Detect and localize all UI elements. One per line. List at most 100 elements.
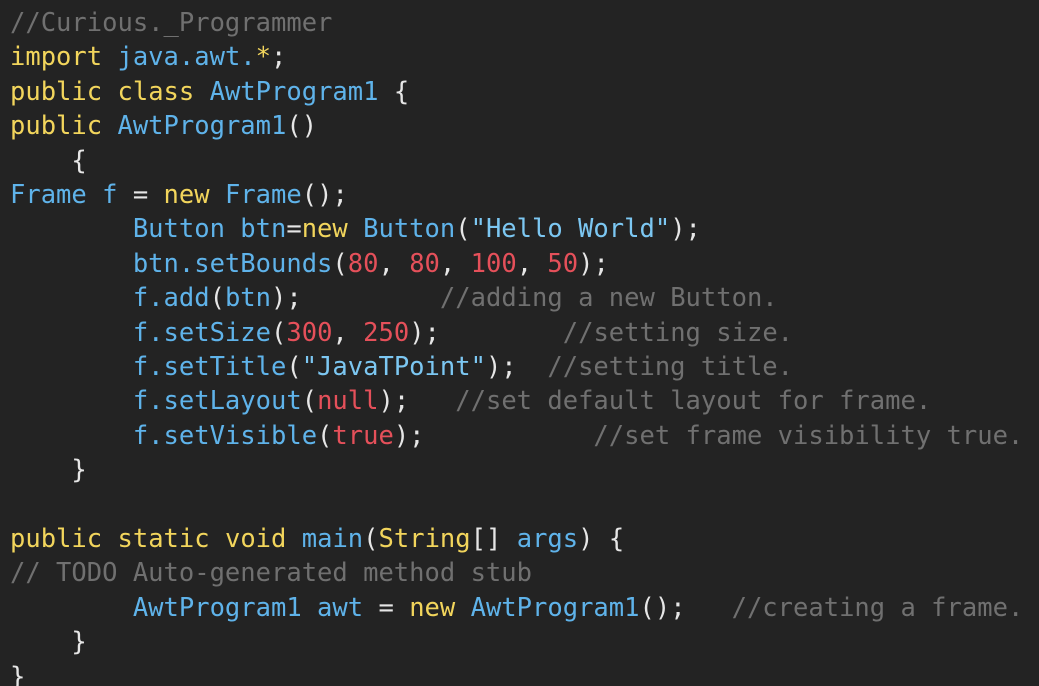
indent-token bbox=[10, 455, 71, 485]
code-line: { bbox=[10, 144, 87, 178]
punctuation-token: [] bbox=[470, 524, 502, 554]
punctuation-token: { bbox=[393, 76, 410, 107]
code-line: } bbox=[10, 660, 25, 686]
keyword-token: String bbox=[378, 524, 471, 554]
literal-token: 50 bbox=[547, 248, 579, 279]
punctuation-token: (); bbox=[301, 180, 348, 210]
punctuation-token: ); bbox=[393, 420, 425, 451]
punctuation-token: ( bbox=[209, 283, 225, 314]
punctuation-token: } bbox=[71, 455, 87, 486]
punctuation-token: ); bbox=[378, 386, 410, 417]
identifier-token: Button bbox=[347, 214, 456, 245]
identifier-token bbox=[210, 524, 225, 554]
punctuation-token: , bbox=[378, 248, 410, 279]
identifier-token: Button btn bbox=[10, 214, 287, 245]
code-line: public AwtProgram1() bbox=[10, 109, 317, 143]
identifier-token bbox=[394, 593, 409, 623]
identifier-token bbox=[102, 524, 117, 554]
punctuation-token: ( bbox=[317, 420, 333, 451]
code-line: //Curious._Programmer bbox=[10, 6, 332, 40]
punctuation-token: ; bbox=[271, 42, 287, 73]
comment-token: //setting title. bbox=[516, 352, 793, 382]
code-line: btn.setBounds(80, 80, 100, 50); bbox=[10, 247, 609, 281]
punctuation-token: (); bbox=[639, 592, 686, 623]
string-literal-token: "JavaTPoint" bbox=[301, 352, 486, 382]
identifier-token: f.setTitle bbox=[10, 352, 287, 382]
code-line: f.add(btn); //adding a new Button. bbox=[10, 281, 778, 315]
wildcard-token: * bbox=[255, 42, 272, 73]
identifier-token: f.setLayout bbox=[10, 386, 302, 417]
identifier-token: f.setVisible bbox=[10, 420, 318, 451]
identifier-token: args bbox=[501, 524, 579, 554]
punctuation-token: ( bbox=[286, 352, 302, 382]
keyword-token: public bbox=[10, 76, 103, 107]
comment-token: //set frame visibility true. bbox=[424, 420, 1024, 451]
code-line: } bbox=[10, 625, 87, 659]
comment-token: //Curious._Programmer bbox=[10, 8, 333, 38]
keyword-token: new bbox=[163, 180, 210, 210]
punctuation-token: ); bbox=[670, 214, 701, 245]
keyword-token: void bbox=[224, 524, 287, 554]
punctuation-token: , bbox=[332, 317, 364, 348]
literal-token: null bbox=[317, 386, 379, 417]
identifier-token: java.awt. bbox=[102, 42, 256, 73]
punctuation-token: ); bbox=[409, 317, 440, 348]
literal-token: 80 bbox=[347, 248, 379, 279]
punctuation-token: , bbox=[516, 248, 548, 279]
punctuation-token: ) bbox=[578, 524, 594, 554]
punctuation-token: = bbox=[378, 592, 394, 623]
code-line: Button btn=new Button("Hello World"); bbox=[10, 212, 701, 246]
comment-token: //setting size. bbox=[439, 317, 794, 348]
keyword-token: static bbox=[117, 524, 210, 554]
code-line: f.setTitle("JavaTPoint"); //setting titl… bbox=[10, 350, 793, 384]
punctuation-token: ( bbox=[301, 386, 318, 417]
identifier-token: AwtProgram1 bbox=[194, 76, 394, 107]
punctuation-token: = bbox=[132, 180, 149, 210]
code-line: f.setLayout(null); //set default layout … bbox=[10, 384, 931, 418]
identifier-token bbox=[148, 180, 163, 210]
code-line: AwtProgram1 awt = new AwtProgram1(); //c… bbox=[10, 591, 1024, 625]
comment-token: // TODO Auto-generated method stub bbox=[10, 558, 532, 589]
indent-token bbox=[10, 627, 71, 657]
literal-token: 80 bbox=[409, 248, 440, 279]
keyword-token: new bbox=[301, 214, 348, 245]
punctuation-token: ); bbox=[578, 248, 609, 279]
identifier-token: Frame bbox=[209, 180, 302, 210]
indent-token bbox=[10, 146, 71, 176]
punctuation-token: ( bbox=[332, 248, 348, 279]
punctuation-token: } bbox=[71, 627, 87, 658]
punctuation-token: ( bbox=[455, 214, 471, 245]
identifier-token: main bbox=[286, 524, 364, 554]
identifier-token: f.setSize bbox=[10, 317, 271, 348]
code-line: f.setSize(300, 250); //setting size. bbox=[10, 316, 793, 350]
keyword-token: class bbox=[117, 76, 195, 107]
code-line: public class AwtProgram1 { bbox=[10, 75, 409, 109]
identifier-token: AwtProgram1 bbox=[102, 111, 287, 142]
keyword-token: import bbox=[10, 42, 103, 73]
punctuation-token: { bbox=[71, 145, 87, 176]
identifier-token: Frame f bbox=[10, 180, 133, 210]
literal-token: 250 bbox=[363, 317, 410, 348]
literal-token: true bbox=[332, 420, 394, 451]
code-line: // TODO Auto-generated method stub bbox=[10, 556, 532, 590]
literal-token: 100 bbox=[470, 248, 517, 279]
punctuation-token: , bbox=[439, 248, 471, 279]
punctuation-token: ( bbox=[271, 317, 287, 348]
punctuation-token: { bbox=[593, 524, 625, 554]
identifier-token: AwtProgram1 bbox=[455, 592, 640, 623]
comment-token: //adding a new Button. bbox=[301, 283, 778, 314]
punctuation-token: ); bbox=[271, 283, 302, 314]
punctuation-token: } bbox=[10, 661, 26, 686]
comment-token: //creating a frame. bbox=[685, 592, 1024, 623]
literal-token: 300 bbox=[286, 317, 333, 348]
code-editor[interactable]: //Curious._Programmer import java.awt.*; p… bbox=[0, 0, 1039, 686]
punctuation-token: = bbox=[286, 214, 302, 245]
string-literal-token: "Hello World" bbox=[470, 214, 671, 245]
identifier-token: f.add bbox=[10, 283, 210, 314]
punctuation-token: ); bbox=[485, 352, 517, 382]
identifier-token: btn.setBounds bbox=[10, 248, 333, 279]
code-line: import java.awt.*; bbox=[10, 40, 286, 74]
code-line: public static void main(String[] args) { bbox=[10, 522, 624, 556]
identifier-token: btn bbox=[224, 283, 272, 314]
comment-token: //set default layout for frame. bbox=[409, 386, 932, 417]
